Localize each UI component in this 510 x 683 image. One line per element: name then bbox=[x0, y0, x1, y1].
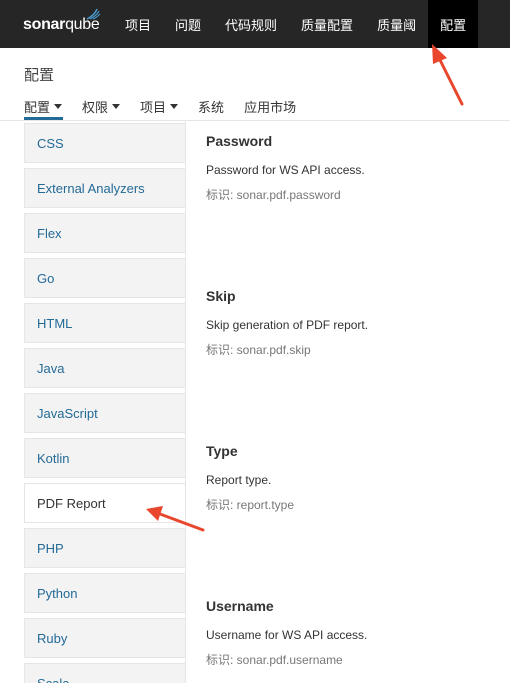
annotation-arrows bbox=[146, 44, 464, 532]
arrow-to-admin-nav-icon bbox=[432, 44, 464, 106]
arrow-to-pdf-report-icon bbox=[146, 506, 205, 532]
